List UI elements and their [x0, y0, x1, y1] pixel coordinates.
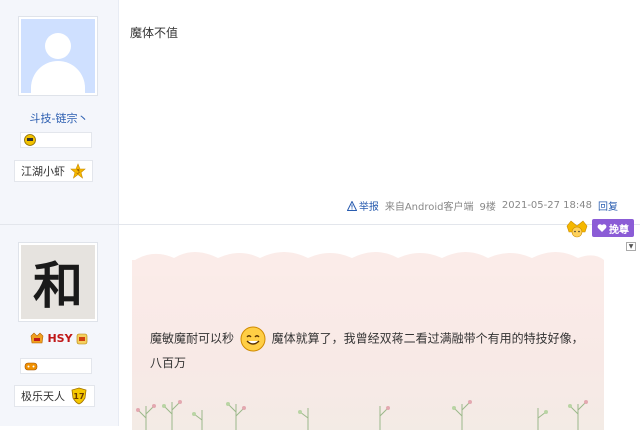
svg-text:3: 3 [76, 169, 80, 176]
content-line2: 八百万 [150, 356, 187, 370]
floor-number: 9楼 [479, 202, 496, 213]
post-content-post2: 魔敏魔耐可以秒 魔体就算了，我曾经双蒋二看过满融带个有用的特技好像， 八百万 [150, 326, 598, 374]
medal-box-post2 [20, 358, 92, 374]
avatar-post1[interactable] [18, 16, 98, 96]
post-divider [0, 224, 640, 225]
medal-box-post1 [20, 132, 92, 148]
rank-box-post2: 极乐天人 17 [14, 385, 95, 407]
report-label: 举报 [358, 202, 379, 213]
medal-icon [24, 134, 36, 146]
rank-level: 17 [73, 392, 84, 401]
post-content-post1: 魔体不值 [130, 26, 179, 40]
report-link[interactable]: 举报 [346, 198, 379, 213]
level-icon [76, 333, 87, 344]
heart-icon [597, 224, 607, 232]
cloud-border [132, 252, 604, 276]
vip-label: 挽尊 [609, 224, 629, 236]
rank-shield-icon: 17 [71, 387, 87, 405]
vip-tag[interactable]: 挽尊 [592, 219, 634, 237]
username-post1[interactable]: 斗技-链宗丶 [0, 110, 118, 126]
avatar-character: 和 [33, 256, 83, 315]
post-card-post2: 魔敏魔耐可以秒 魔体就算了，我曾经双蒋二看过满融带个有用的特技好像， 八百万 [132, 252, 604, 430]
username-post2-row[interactable]: HSY [0, 332, 118, 345]
crown-icon [31, 332, 44, 344]
flower-decoration [136, 400, 588, 430]
reply-link[interactable]: 回复 [598, 198, 618, 213]
calligraphy-avatar: 和 [21, 245, 95, 319]
crown-mascot-icon [566, 220, 588, 238]
avatar-post2[interactable]: 和 [18, 242, 98, 322]
rank-box-post1: 江湖小虾 3 [14, 160, 93, 182]
content-line1-after: 魔体就算了，我曾经双蒋二看过满融带个有用的特技好像， [271, 331, 584, 346]
content-line1-before: 魔敏魔耐可以秒 [150, 331, 235, 346]
warning-icon [346, 200, 357, 211]
username-post2: HSY [47, 332, 73, 345]
gamepad-icon [24, 362, 38, 371]
source-text: 来自Android客户端 [384, 202, 474, 213]
post-datetime: 2021-05-27 18:48 [501, 200, 592, 211]
smiley-emoji-icon [240, 326, 266, 352]
star-icon: 3 [70, 163, 86, 179]
rank-title: 极乐天人 [21, 390, 65, 403]
default-avatar-icon [21, 19, 95, 93]
collapse-toggle[interactable]: ▼ [626, 242, 636, 251]
post-meta-post1: 举报 来自Android客户端 9楼 2021-05-27 18:48 回复 [346, 198, 618, 213]
rank-title: 江湖小虾 [21, 165, 65, 178]
vip-badge-bar: 挽尊 [564, 218, 634, 238]
